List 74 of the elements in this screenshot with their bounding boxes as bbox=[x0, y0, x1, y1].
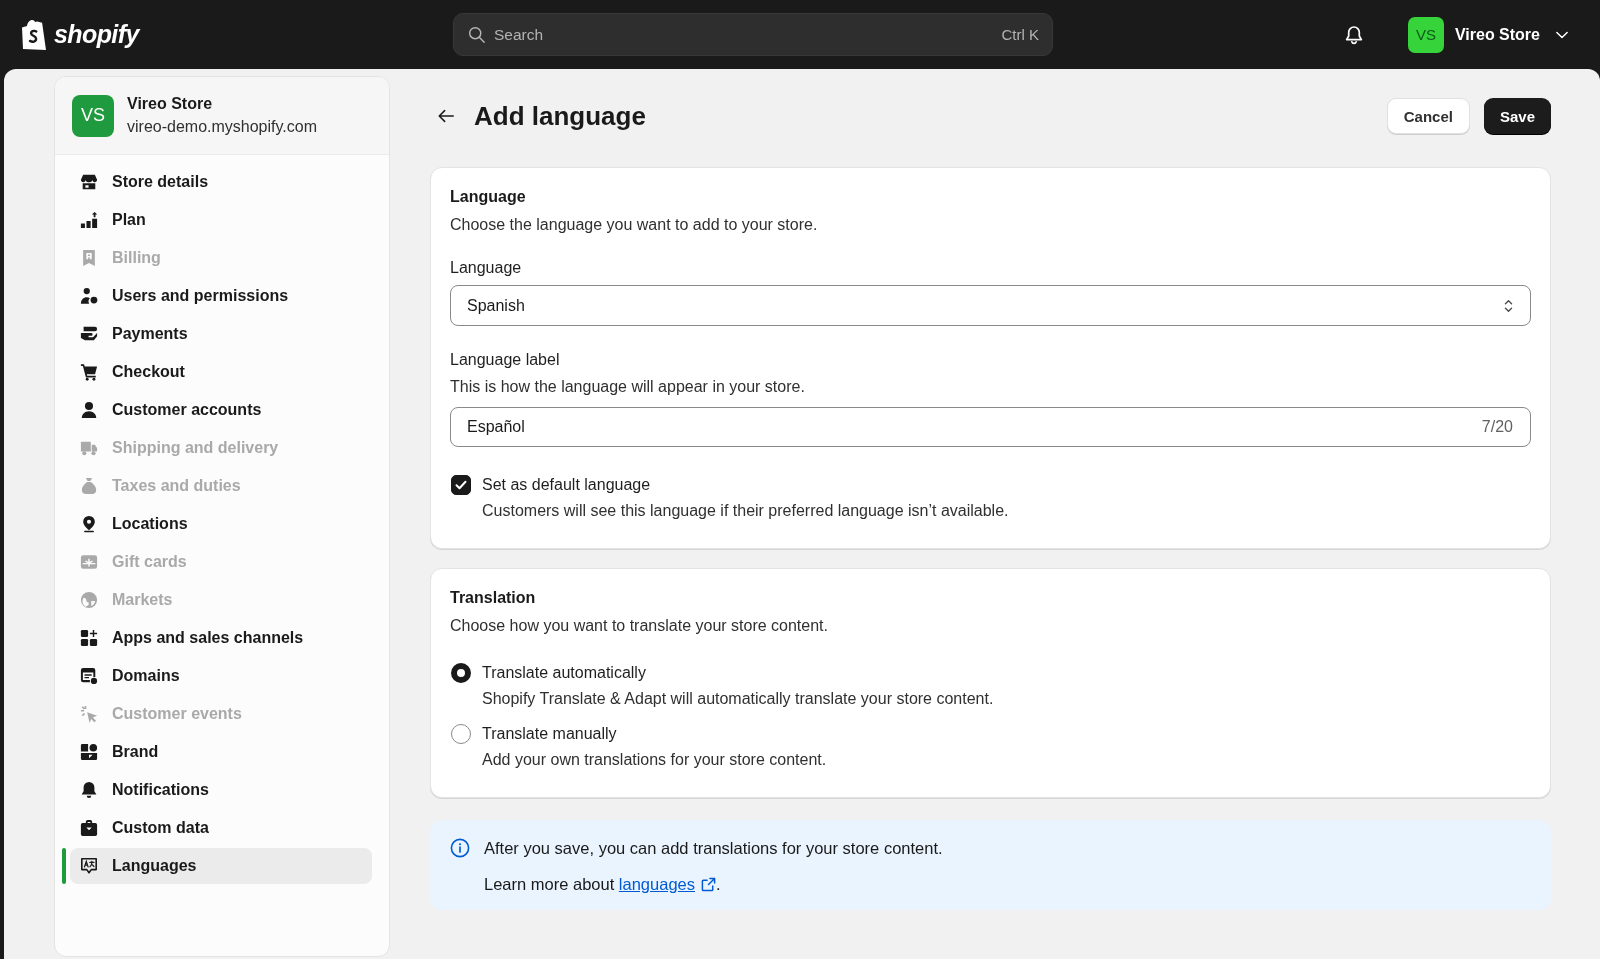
cart-icon bbox=[80, 363, 98, 381]
people-icon bbox=[80, 287, 98, 305]
keyboard-shortcut: Ctrl K bbox=[1001, 25, 1039, 44]
card-title: Translation bbox=[450, 588, 537, 608]
radio-label: Translate automatically bbox=[482, 663, 646, 683]
radio-button[interactable] bbox=[451, 724, 471, 744]
bell-icon bbox=[80, 781, 98, 799]
check-icon bbox=[454, 478, 468, 492]
store-name: Vireo Store bbox=[127, 94, 214, 114]
field-label: Language bbox=[450, 258, 523, 278]
checkbox-help-text: Customers will see this language if their preferred language isn’t available. bbox=[482, 501, 1010, 521]
info-icon bbox=[450, 838, 470, 858]
languages-link[interactable]: languages bbox=[618, 875, 716, 893]
nav-item[interactable]: Brand bbox=[70, 734, 372, 770]
store-domain: vireo-demo.myshopify.com bbox=[127, 117, 317, 137]
speech-bubble-icon bbox=[80, 857, 98, 875]
hand-card-icon bbox=[80, 325, 98, 343]
search-icon bbox=[468, 26, 485, 43]
card-description: Choose the language you want to add to your store. bbox=[450, 215, 819, 235]
character-counter: 7/20 bbox=[1481, 418, 1513, 436]
active-indicator bbox=[62, 848, 66, 884]
brand-shapes-icon bbox=[80, 743, 98, 761]
cancel-button[interactable]: Cancel bbox=[1386, 98, 1470, 134]
nav-item[interactable]: Locations bbox=[70, 506, 372, 542]
logo-link[interactable]: shopify bbox=[20, 18, 139, 51]
truck-icon bbox=[80, 439, 98, 457]
page-title: Add language bbox=[474, 100, 647, 132]
account-menu-button[interactable]: VS Vireo Store bbox=[1407, 16, 1568, 53]
chevron-down-icon bbox=[1556, 30, 1568, 39]
field-help-text: This is how the language will appear in your store. bbox=[450, 377, 806, 397]
person-icon bbox=[80, 401, 98, 419]
nav-item[interactable]: Checkout bbox=[70, 354, 372, 390]
save-button[interactable]: Save bbox=[1483, 98, 1551, 134]
nav-item[interactable]: Apps and sales channels bbox=[70, 620, 372, 656]
radio-label: Translate manually bbox=[482, 724, 617, 744]
checkbox-label: Set as default language bbox=[482, 475, 651, 495]
nav-item[interactable]: Domains bbox=[70, 658, 372, 694]
briefcase-icon bbox=[80, 819, 98, 837]
account-avatar: VS bbox=[1407, 16, 1444, 53]
map-pin-icon bbox=[80, 515, 98, 533]
nav-item[interactable]: Store details bbox=[70, 164, 372, 200]
nav-item[interactable]: Custom data bbox=[70, 810, 372, 846]
language-label-input[interactable]: Español 7/20 bbox=[450, 407, 1531, 447]
shopping-bag-icon bbox=[20, 18, 48, 51]
cursor-click-icon bbox=[80, 705, 98, 723]
bookmark-icon bbox=[80, 249, 98, 267]
radio-button[interactable] bbox=[451, 663, 471, 683]
nav-item[interactable]: Customer accounts bbox=[70, 392, 372, 428]
globe-icon bbox=[80, 591, 98, 609]
chevron-up-down-icon bbox=[1504, 298, 1513, 313]
nav-item[interactable]: Plan bbox=[70, 202, 372, 238]
nav-item[interactable]: Notifications bbox=[70, 772, 372, 808]
learn-more-text: Learn more about languages . bbox=[484, 874, 722, 894]
browser-gear-icon bbox=[80, 667, 98, 685]
bell-icon bbox=[1343, 24, 1364, 45]
back-arrow-icon bbox=[437, 107, 455, 125]
banner-message: After you save, you can add translations for your store content. bbox=[484, 838, 943, 858]
card-title: Language bbox=[450, 187, 527, 207]
store-avatar: VS bbox=[72, 94, 114, 137]
radio-help-text: Shopify Translate & Adapt will automatically translate your store content. bbox=[482, 689, 995, 709]
external-link-icon bbox=[701, 877, 716, 892]
card-description: Choose how you want to translate your store content. bbox=[450, 616, 829, 636]
field-label: Language label bbox=[450, 350, 561, 370]
checkbox[interactable] bbox=[451, 475, 471, 495]
store-icon bbox=[80, 173, 98, 191]
nav-item[interactable]: Languages bbox=[70, 848, 372, 884]
apps-grid-icon bbox=[80, 629, 98, 647]
nav-item[interactable]: Users and permissions bbox=[70, 278, 372, 314]
gift-card-icon bbox=[80, 553, 98, 571]
language-select[interactable]: Spanish bbox=[450, 285, 1531, 326]
bar-chart-icon bbox=[80, 211, 98, 229]
money-bag-icon bbox=[80, 477, 98, 495]
nav-item[interactable]: Payments bbox=[70, 316, 372, 352]
radio-help-text: Add your own translations for your store content. bbox=[482, 750, 828, 770]
